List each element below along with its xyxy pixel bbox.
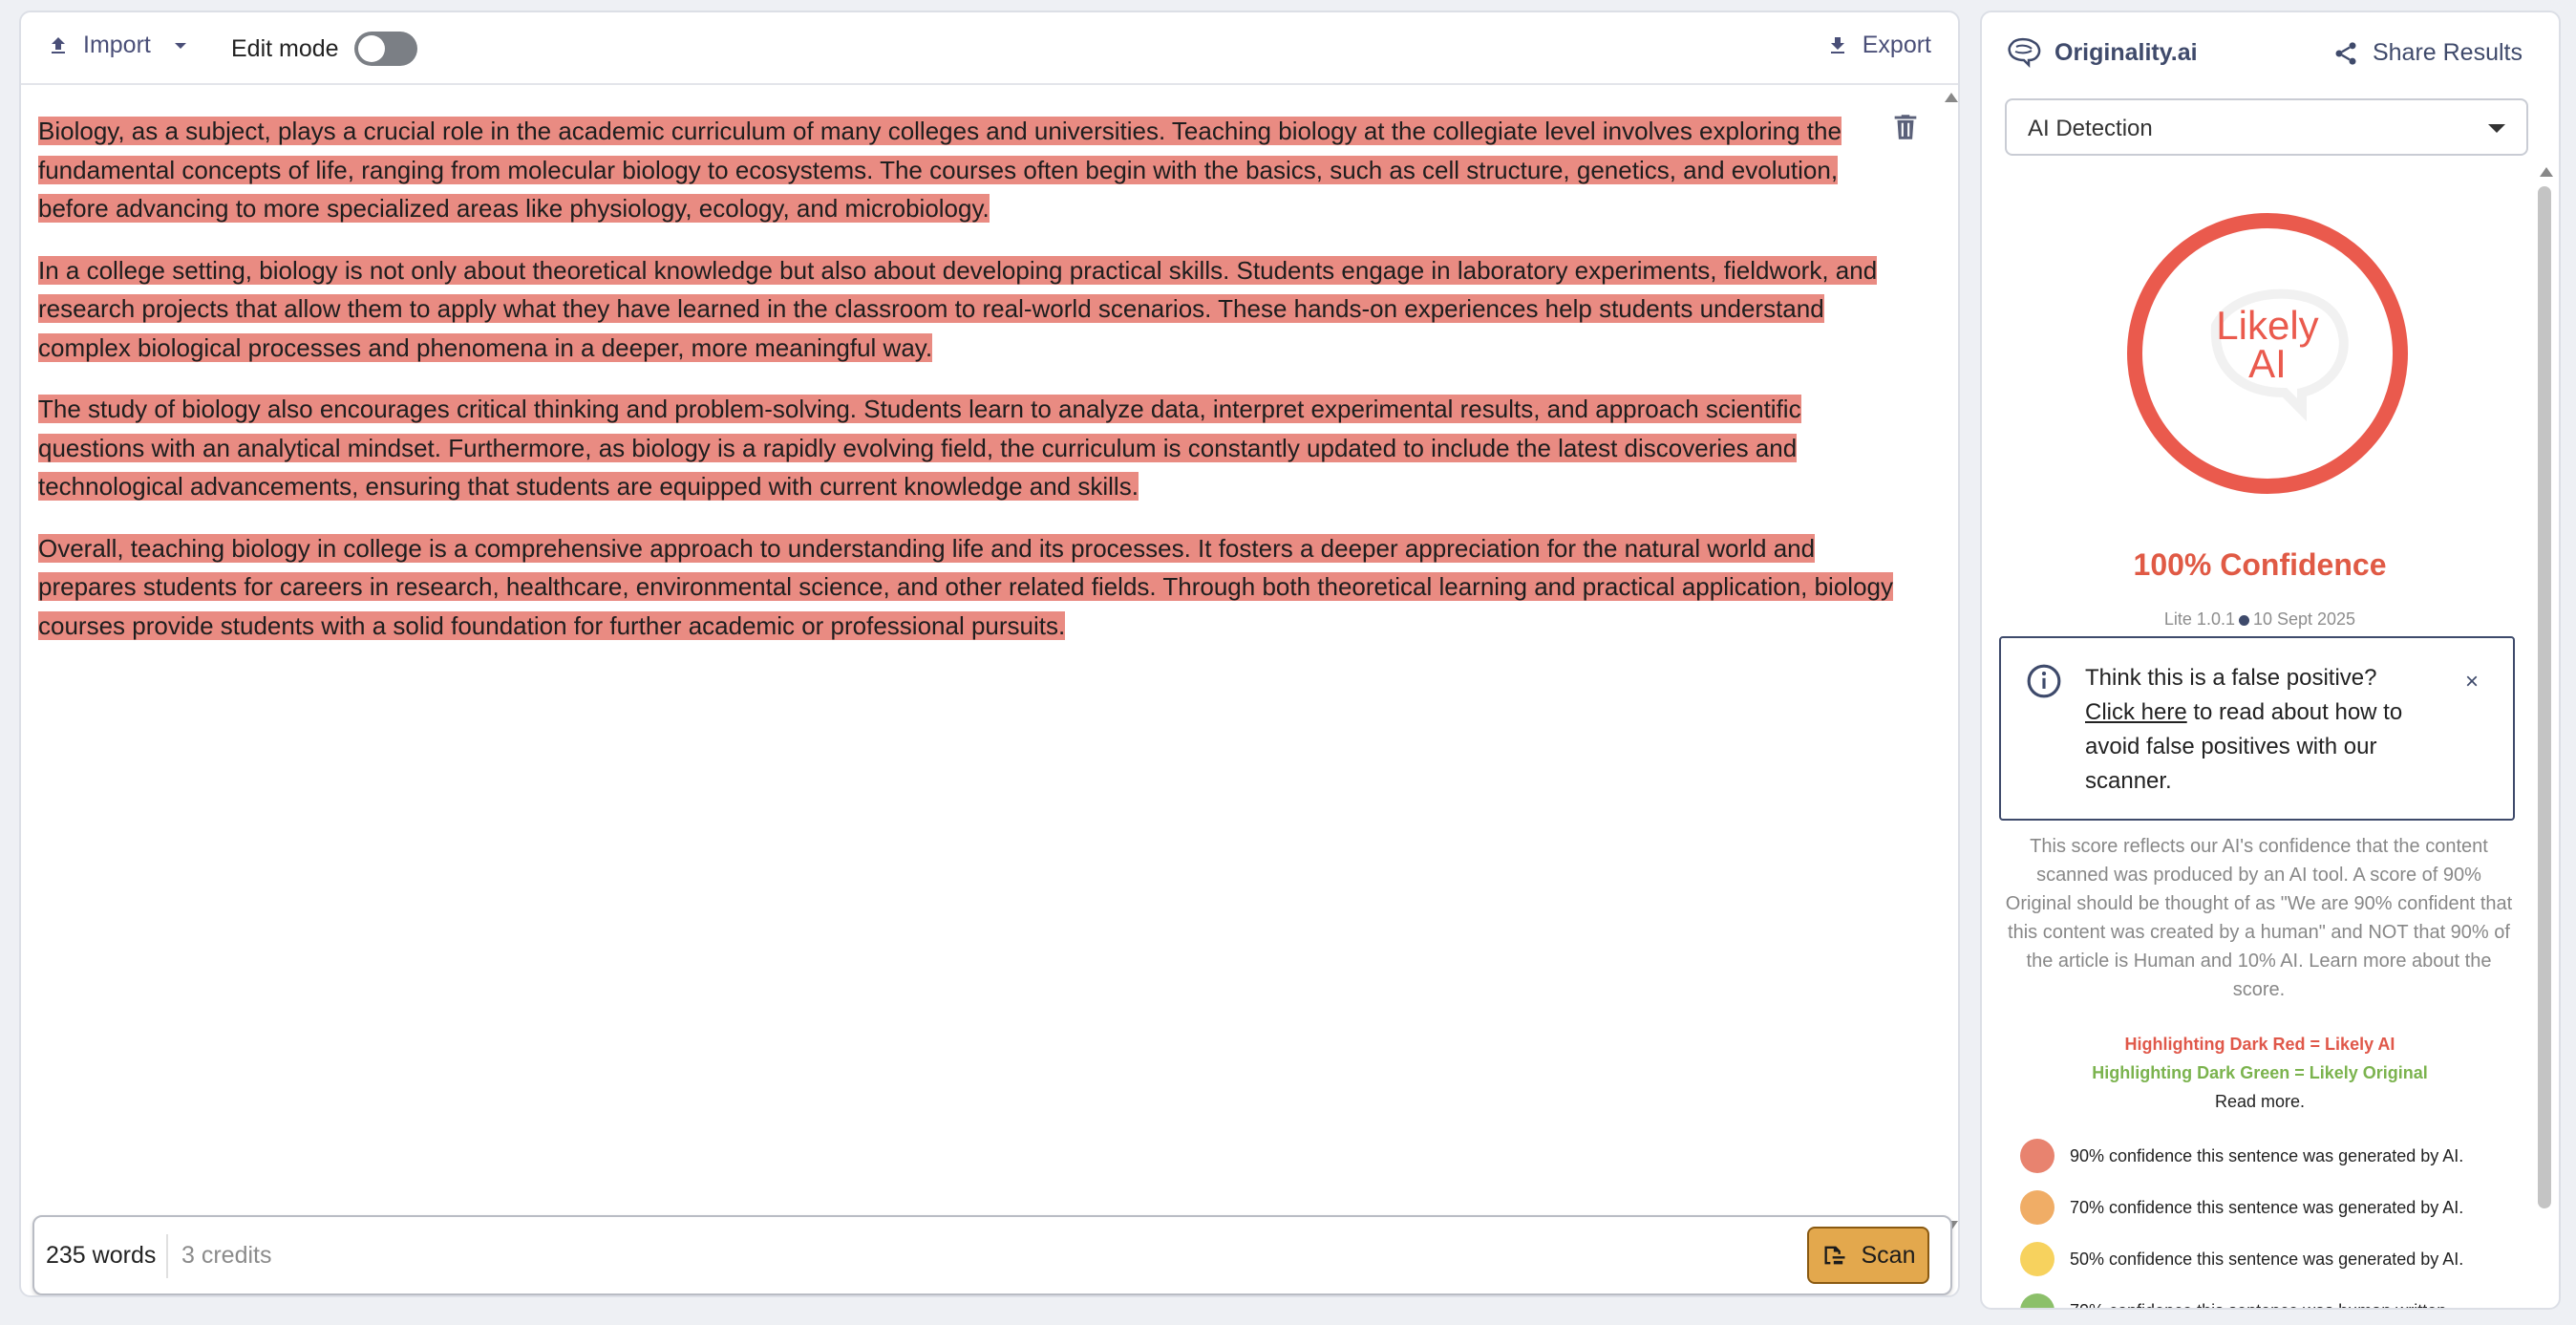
dot-separator — [2238, 614, 2249, 626]
export-label: Export — [1862, 32, 1931, 58]
trash-icon[interactable] — [1889, 110, 1922, 144]
panel-scrollbar[interactable] — [2538, 186, 2551, 1208]
panel-scroll-up[interactable] — [2540, 167, 2553, 177]
edit-mode-label: Edit mode — [231, 34, 339, 62]
score-explanation: This score reflects our AI's confidence … — [2005, 836, 2513, 1000]
legend-item: 50% confidence this sentence was generat… — [2020, 1233, 2463, 1285]
result-label: Likely AI — [2216, 303, 2319, 386]
share-results-button[interactable]: Share Results — [2332, 39, 2523, 67]
version: Lite 1.0.1 — [2163, 609, 2235, 629]
legend-dot — [2020, 1190, 2054, 1225]
detection-mode-select[interactable]: AI Detection — [2005, 98, 2528, 156]
scan-label: Scan — [1861, 1241, 1916, 1269]
legend-item: 70% confidence this sentence was human w… — [2020, 1285, 2463, 1308]
highlight-green-key: Highlighting Dark Green = Likely Origina… — [2092, 1063, 2428, 1082]
click-here-link[interactable]: Click here — [2085, 699, 2187, 725]
editor-scroll-up[interactable] — [1945, 93, 1958, 102]
highlight-red-key: Highlighting Dark Red = Likely AI — [2124, 1035, 2395, 1054]
results-panel: Originality.ai Share Results AI Detectio… — [1980, 11, 2561, 1310]
editor-footer: 235 words 3 credits Scan — [32, 1215, 1952, 1295]
paragraph: Overall, teaching biology in college is … — [38, 533, 1893, 640]
close-icon[interactable]: × — [2465, 669, 2479, 695]
chevron-down-icon — [174, 42, 186, 49]
brand-logo: Originality.ai — [2005, 37, 2198, 68]
confidence-score: 100% Confidence — [2133, 547, 2387, 582]
paragraph: The study of biology also encourages cri… — [38, 395, 1801, 501]
download-icon — [1830, 36, 1844, 53]
import-button[interactable]: Import — [47, 32, 189, 59]
paragraph: Biology, as a subject, plays a crucial r… — [38, 117, 1842, 223]
brand-name: Originality.ai — [2054, 38, 2198, 66]
detection-mode-value: AI Detection — [2028, 116, 2153, 141]
editor-panel: Import Edit mode Export Biology, as a su… — [19, 11, 1960, 1297]
legend-item: 90% confidence this sentence was generat… — [2020, 1130, 2463, 1182]
share-label: Share Results — [2372, 39, 2523, 66]
confidence-legend: 90% confidence this sentence was generat… — [2020, 1130, 2463, 1308]
chevron-down-icon — [2488, 124, 2505, 133]
legend-dot — [2020, 1139, 2054, 1173]
version-info: Lite 1.0.1 10 Sept 2025 — [1982, 609, 2538, 630]
scan-icon — [1824, 1246, 1844, 1265]
export-button[interactable]: Export — [1826, 32, 1931, 59]
false-positive-notice: Think this is a false positive? Click he… — [1999, 636, 2515, 821]
edit-mode-control: Edit mode — [231, 32, 417, 66]
legend-dot — [2020, 1242, 2054, 1276]
document-text[interactable]: Biology, as a subject, plays a crucial r… — [38, 112, 1901, 668]
divider — [166, 1234, 168, 1278]
import-label: Import — [83, 32, 151, 58]
scan-button[interactable]: Scan — [1807, 1227, 1929, 1284]
credit-count: 3 credits — [181, 1242, 272, 1269]
edit-mode-toggle[interactable] — [353, 32, 417, 66]
scan-date: 10 Sept 2025 — [2252, 609, 2356, 629]
share-icon — [2335, 41, 2356, 65]
legend-dot — [2020, 1293, 2054, 1308]
paragraph: In a college setting, biology is not onl… — [38, 255, 1878, 362]
notice-text: Think this is a false positive? Click he… — [2085, 665, 2403, 794]
read-more-link[interactable]: Read more. — [1982, 1092, 2538, 1112]
info-icon — [2027, 664, 2061, 698]
word-count: 235 words — [46, 1242, 157, 1269]
upload-icon — [52, 36, 65, 53]
brain-icon — [2008, 37, 2041, 68]
legend-item: 70% confidence this sentence was generat… — [2020, 1182, 2463, 1233]
editor-toolbar: Import Edit mode Export — [21, 12, 1958, 85]
